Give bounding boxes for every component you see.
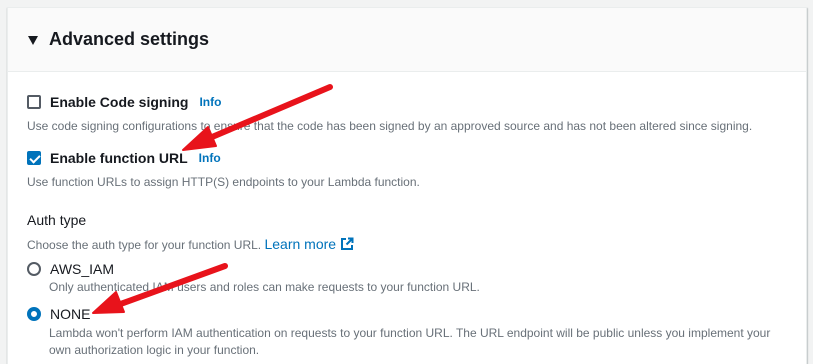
function-url-description: Use function URLs to assign HTTP(S) endp… (27, 175, 420, 189)
none-label[interactable]: NONE (50, 306, 90, 322)
panel-title: Advanced settings (49, 29, 210, 49)
function-url-row: Enable function URL Info (27, 150, 221, 166)
aws-iam-description: Only authenticated IAM users and roles c… (49, 280, 480, 294)
aws-iam-radio[interactable] (27, 262, 41, 276)
radio-option-none[interactable]: NONE (27, 306, 90, 322)
none-radio[interactable] (27, 307, 41, 321)
aws-iam-label[interactable]: AWS_IAM (50, 261, 114, 277)
auth-type-description: Choose the auth type for your function U… (27, 238, 262, 252)
radio-option-aws-iam[interactable]: AWS_IAM (27, 261, 114, 277)
function-url-info-link[interactable]: Info (199, 151, 221, 165)
advanced-settings-header[interactable]: Advanced settings (8, 8, 806, 72)
code-signing-label[interactable]: Enable Code signing (50, 94, 188, 110)
function-url-label[interactable]: Enable function URL (50, 150, 188, 166)
learn-more-label[interactable]: Learn more (264, 236, 336, 252)
none-description: Lambda won't perform IAM authentication … (49, 326, 771, 357)
auth-type-label: Auth type (27, 212, 87, 228)
code-signing-info-link[interactable]: Info (199, 95, 221, 109)
caret-down-icon[interactable] (28, 36, 38, 45)
function-url-checkbox[interactable] (27, 151, 41, 165)
code-signing-description: Use code signing configurations to ensur… (27, 119, 753, 133)
code-signing-checkbox[interactable] (27, 95, 41, 109)
code-signing-row: Enable Code signing Info (27, 94, 221, 110)
auth-type-description-row: Choose the auth type for your function U… (27, 236, 354, 252)
learn-more-link[interactable]: Learn more (264, 236, 354, 252)
external-link-icon[interactable] (340, 237, 354, 251)
